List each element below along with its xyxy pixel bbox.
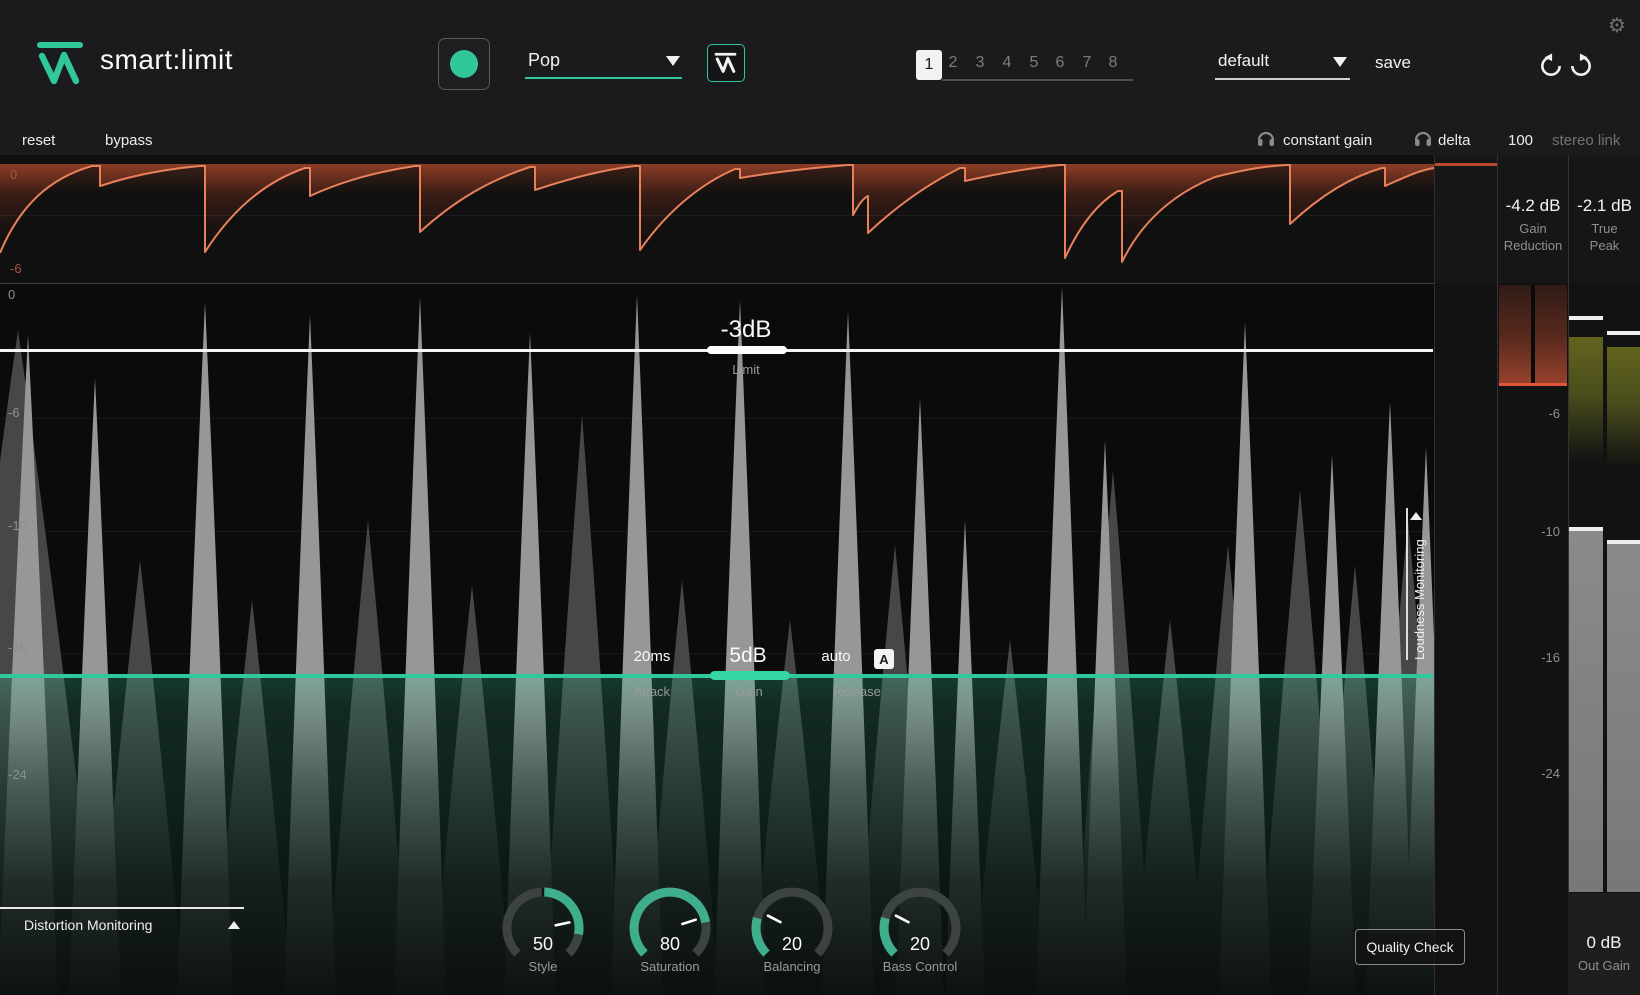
attack-label: Attack bbox=[633, 684, 671, 699]
out-gain-value[interactable]: 0 dB bbox=[1568, 933, 1640, 953]
undo-icon[interactable] bbox=[1538, 53, 1564, 79]
main-scale-m16: -16 bbox=[8, 640, 27, 655]
loudness-monitoring-toggle[interactable]: Loudness Monitoring bbox=[1412, 500, 1427, 660]
stereo-link-value[interactable]: 100 bbox=[1508, 132, 1533, 149]
bass-control-knob-label: Bass Control bbox=[882, 959, 958, 974]
saturation-knob-value[interactable]: 80 bbox=[630, 934, 710, 955]
out-meter-peak-right bbox=[1607, 331, 1640, 335]
gain-value[interactable]: 5dB bbox=[708, 644, 788, 668]
out-meter-bar-left bbox=[1569, 531, 1603, 892]
true-peak-readout: -2.1 dB bbox=[1577, 196, 1632, 215]
bass-control-knob-value[interactable]: 20 bbox=[880, 934, 960, 955]
gain-handle[interactable] bbox=[710, 671, 790, 680]
release-value[interactable]: auto bbox=[806, 648, 866, 665]
meter-scale-m10: -10 bbox=[1541, 524, 1560, 539]
main-scale-m24: -24 bbox=[8, 767, 27, 782]
out-meter-bar-right bbox=[1607, 544, 1640, 892]
style-knob-label: Style bbox=[528, 959, 558, 974]
out-meter-peakzone-right bbox=[1607, 347, 1640, 467]
gain-reduction-readout: -4.2 dB bbox=[1505, 196, 1561, 215]
meter-scale-m6: -6 bbox=[1548, 406, 1560, 421]
gain-reduction-meter bbox=[1499, 285, 1567, 386]
balancing-knob-label: Balancing bbox=[763, 959, 821, 974]
distortion-monitoring-arrow-icon[interactable] bbox=[228, 921, 240, 929]
limit-value[interactable]: -3dB bbox=[686, 316, 806, 344]
main-scale-0: 0 bbox=[8, 287, 16, 302]
out-meter-peakzone-left bbox=[1569, 337, 1603, 462]
distortion-monitoring-line bbox=[0, 907, 244, 909]
saturation-knob-label: Saturation bbox=[640, 959, 700, 974]
meter-header bbox=[1434, 155, 1640, 283]
gr-zero-line-stub bbox=[1434, 163, 1497, 166]
meter-scale-m16: -16 bbox=[1541, 650, 1560, 665]
gain-label: Gain bbox=[735, 684, 763, 699]
balancing-knob-value[interactable]: 20 bbox=[752, 934, 832, 955]
settings-gear-icon[interactable]: ⚙ bbox=[1608, 16, 1626, 36]
quality-check-button[interactable]: Quality Check bbox=[1355, 929, 1465, 965]
attack-value[interactable]: 20ms bbox=[612, 648, 692, 665]
out-meter-peak-left bbox=[1569, 316, 1603, 320]
limit-handle[interactable] bbox=[707, 346, 787, 354]
true-peak-label: Peak bbox=[1589, 238, 1620, 253]
loudness-monitoring-line bbox=[1406, 508, 1408, 660]
meter-scale-m24: -24 bbox=[1541, 766, 1560, 781]
out-gain-label: Out Gain bbox=[1577, 958, 1631, 973]
main-scale-m10: -10 bbox=[8, 518, 27, 533]
gain-reduction-label: Reduction bbox=[1503, 238, 1563, 253]
distortion-monitoring-toggle[interactable]: Distortion Monitoring bbox=[24, 917, 152, 933]
stereo-link-label[interactable]: stereo link bbox=[1552, 132, 1620, 149]
release-label: Release bbox=[833, 684, 881, 699]
redo-icon[interactable] bbox=[1568, 53, 1594, 79]
style-knob-value[interactable]: 50 bbox=[503, 934, 583, 955]
gain-reduction-label: Gain bbox=[1519, 221, 1547, 236]
release-auto-badge[interactable]: A bbox=[874, 649, 894, 669]
delta-toggle[interactable]: delta bbox=[1438, 132, 1471, 149]
true-peak-label: True bbox=[1591, 221, 1618, 236]
main-scale-m6: -6 bbox=[8, 405, 20, 420]
limit-label: Limit bbox=[732, 362, 760, 377]
